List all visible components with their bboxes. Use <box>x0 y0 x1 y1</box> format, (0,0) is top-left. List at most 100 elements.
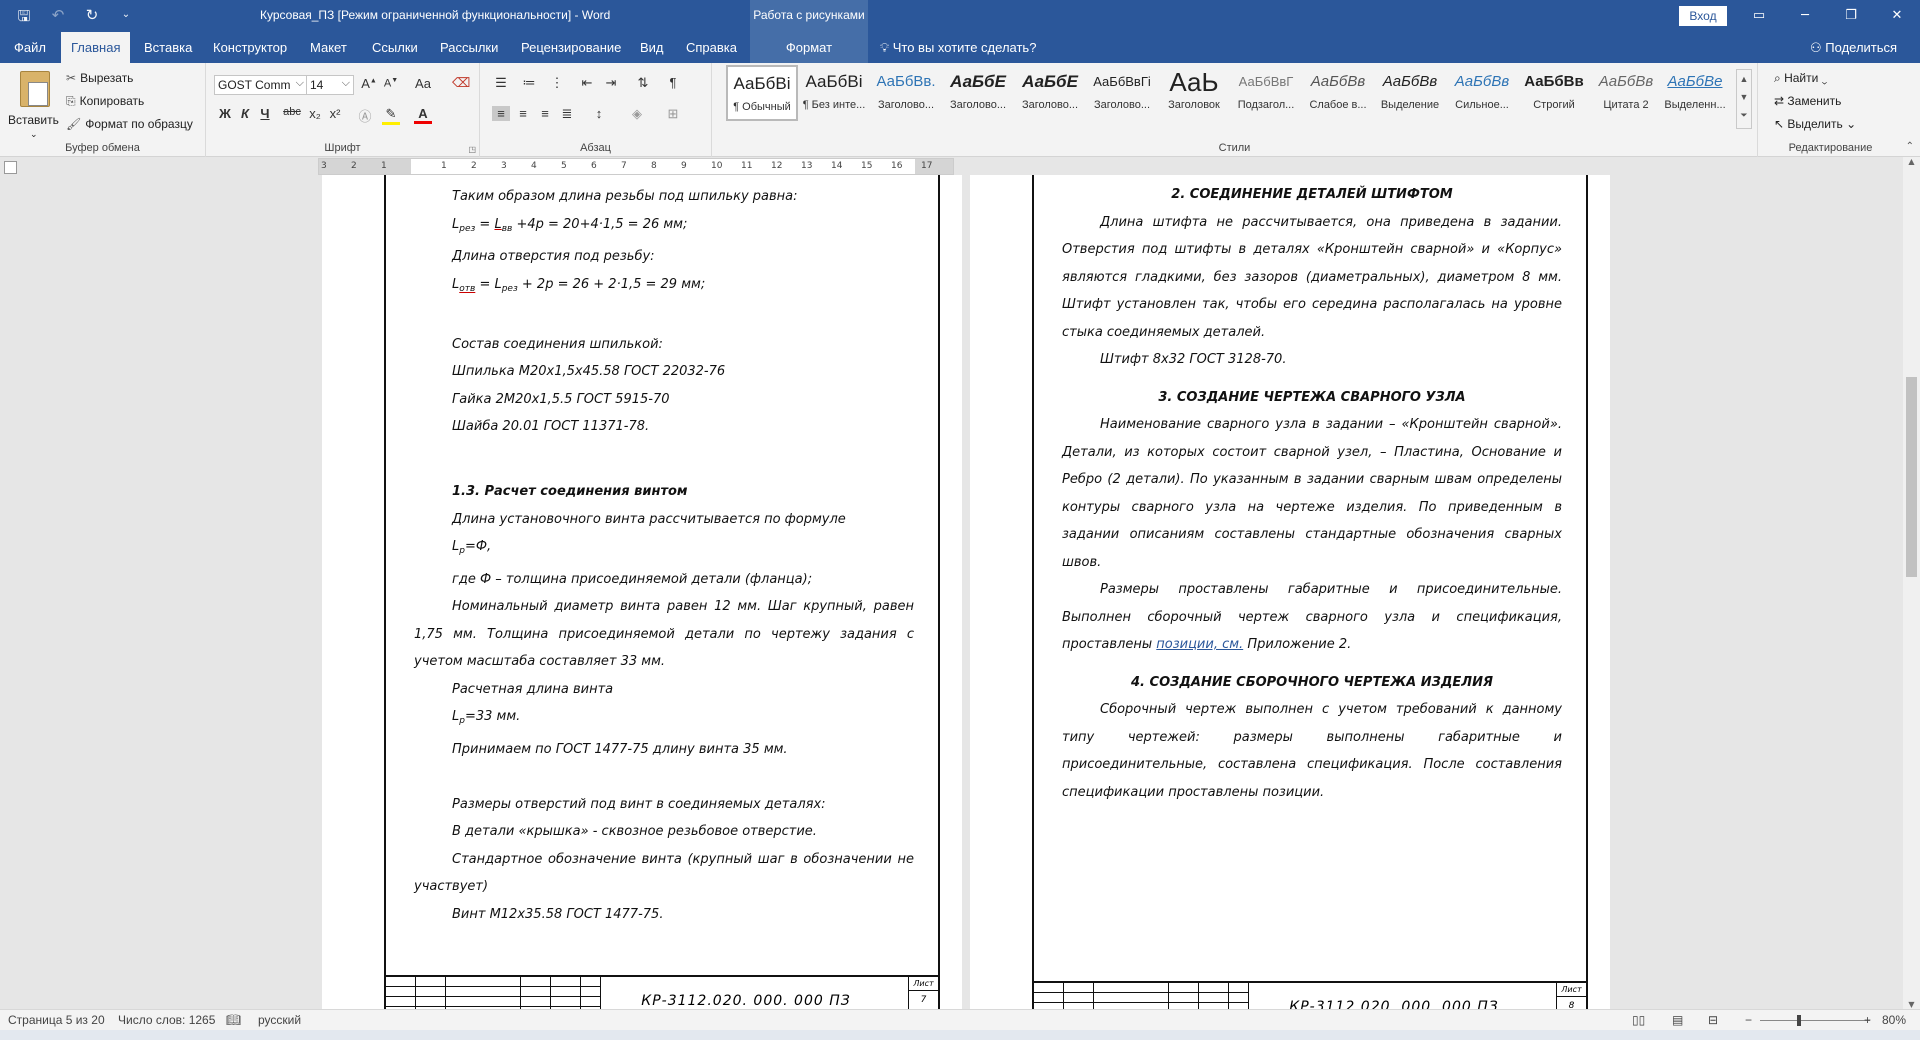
underline-button[interactable]: Ч <box>256 106 274 121</box>
share-button[interactable]: ⚇ Поделиться <box>1810 32 1897 63</box>
sign-in-button[interactable]: Вход <box>1679 6 1727 26</box>
font-color-icon[interactable]: A <box>414 106 432 124</box>
ribbon-display-options-icon[interactable]: ▭ <box>1736 0 1782 32</box>
style-intense-quote[interactable]: АаБбВе Выделенн... <box>1662 65 1728 121</box>
save-icon[interactable]: 🖫 <box>14 6 34 31</box>
horizontal-ruler[interactable]: 3 2 1 1 2 3 4 5 6 7 8 9 10 11 12 13 14 1… <box>318 158 954 175</box>
proofing-icon[interactable]: 📖︎ <box>226 1013 241 1027</box>
style-heading-1[interactable]: АаБбВв. Заголово... <box>870 65 942 121</box>
style-title[interactable]: АаЬ Заголовок <box>1158 65 1230 121</box>
zoom-level[interactable]: 80% <box>1882 1013 1906 1027</box>
formula-subscript: вв <box>501 223 513 234</box>
italic-button[interactable]: К <box>236 106 254 121</box>
tab-design[interactable]: Конструктор <box>203 32 297 63</box>
print-layout-icon[interactable]: ▤ <box>1672 1013 1683 1027</box>
page-7[interactable]: Таким образом длина резьбы под шпильку р… <box>322 175 962 1009</box>
cut-button[interactable]: ✂ Вырезать <box>66 71 133 85</box>
strikethrough-button[interactable]: abc <box>278 106 306 118</box>
language[interactable]: русский <box>258 1013 301 1027</box>
vertical-scrollbar[interactable]: ▲ ▼ <box>1903 157 1920 1009</box>
style-emphasis[interactable]: АаБбВв Выделение <box>1374 65 1446 121</box>
tab-view[interactable]: Вид <box>630 32 674 63</box>
highlight-icon[interactable]: ✎ <box>382 106 400 125</box>
close-icon[interactable]: ✕ <box>1874 0 1920 32</box>
document-area[interactable]: Таким образом длина резьбы под шпильку р… <box>0 175 1903 1009</box>
page-8[interactable]: 2. СОЕДИНЕНИЕ ДЕТАЛЕЙ ШТИФТОМ Длина штиф… <box>970 175 1610 1009</box>
multilevel-list-icon[interactable]: ⋮ <box>548 75 566 91</box>
copy-button[interactable]: ⎘ Копировать <box>66 94 144 109</box>
shading-icon[interactable]: ◈ <box>628 106 646 122</box>
font-size-combo[interactable]: 14 <box>306 75 354 95</box>
style-quote-2[interactable]: АаБбВв Цитата 2 <box>1590 65 1662 121</box>
subscript-button[interactable]: x₂ <box>306 106 324 121</box>
word-count[interactable]: Число слов: 1265 <box>118 1013 215 1027</box>
align-center-icon[interactable]: ≡ <box>514 106 532 121</box>
increase-indent-icon[interactable]: ⇥ <box>602 75 620 91</box>
style-subtle-emphasis[interactable]: АаБбВв Слабое в... <box>1302 65 1374 121</box>
find-button[interactable]: ⌕ Найти ⌄ <box>1774 71 1827 86</box>
format-painter-button[interactable]: 🖌︎ Формат по образцу <box>66 117 193 131</box>
bullets-icon[interactable]: ☰ <box>492 75 510 91</box>
shrink-font-icon[interactable]: A▼ <box>382 77 400 90</box>
tab-mailings[interactable]: Рассылки <box>430 32 508 63</box>
clear-formatting-icon[interactable]: ⌫ <box>452 75 470 91</box>
style-heading-3[interactable]: АаБбЕ Заголово... <box>1014 65 1086 121</box>
style-heading-2[interactable]: АаБбЕ Заголово... <box>942 65 1014 121</box>
tab-review[interactable]: Рецензирование <box>511 32 631 63</box>
styles-gallery-scroll[interactable]: ▲ ▼ ⏷ <box>1736 69 1752 129</box>
page-indicator[interactable]: Страница 5 из 20 <box>8 1013 105 1027</box>
scrollbar-thumb[interactable] <box>1906 377 1917 577</box>
text-effects-icon[interactable]: Ⓐ <box>356 106 374 125</box>
zoom-in-icon[interactable]: + <box>1864 1013 1871 1027</box>
borders-icon[interactable]: ⊞ <box>664 106 682 122</box>
style-intense-emphasis[interactable]: АаБбВв Сильное... <box>1446 65 1518 121</box>
style-no-spacing[interactable]: АаБбВі ¶ Без инте... <box>798 65 870 121</box>
tab-file[interactable]: Файл <box>4 32 56 63</box>
style-normal[interactable]: АаБбВі ¶ Обычный <box>726 65 798 121</box>
paragraph: Штифт 8х32 ГОСТ 3128-70. <box>1100 352 1287 367</box>
line-spacing-icon[interactable]: ↕ <box>590 106 608 121</box>
style-subtitle[interactable]: АаБбВвГ Подзагол... <box>1230 65 1302 121</box>
grow-font-icon[interactable]: A▲ <box>360 76 378 91</box>
align-right-icon[interactable]: ≡ <box>536 106 554 121</box>
zoom-slider[interactable] <box>1760 1020 1870 1021</box>
style-strong[interactable]: АаБбВв Строгий <box>1518 65 1590 121</box>
tab-insert[interactable]: Вставка <box>134 32 202 63</box>
minimize-icon[interactable]: ─ <box>1782 0 1828 32</box>
undo-icon[interactable]: ↶ <box>48 6 68 31</box>
cross-reference-link[interactable]: позиции, см. <box>1156 637 1243 652</box>
change-case-button[interactable]: Aa <box>410 76 436 91</box>
sort-icon[interactable]: ⇅ <box>634 75 652 91</box>
scroll-down-icon[interactable]: ▼ <box>1903 1000 1920 1009</box>
zoom-slider-thumb[interactable] <box>1797 1015 1801 1026</box>
tab-layout[interactable]: Макет <box>300 32 357 63</box>
dialog-launcher-icon[interactable]: ◳ <box>468 145 476 154</box>
scroll-up-icon[interactable]: ▲ <box>1903 157 1920 166</box>
font-name-combo[interactable]: GOST Comm <box>214 75 308 95</box>
style-heading-4[interactable]: АаБбВвГі Заголово... <box>1086 65 1158 121</box>
read-mode-icon[interactable]: ▯▯ <box>1632 1013 1645 1027</box>
justify-icon[interactable]: ≣ <box>558 106 576 122</box>
bold-button[interactable]: Ж <box>216 106 234 121</box>
superscript-button[interactable]: x² <box>326 106 344 121</box>
redo-icon[interactable]: ↻ <box>82 6 102 31</box>
paste-icon[interactable] <box>20 71 50 107</box>
zoom-out-icon[interactable]: − <box>1745 1013 1752 1027</box>
decrease-indent-icon[interactable]: ⇤ <box>578 75 596 91</box>
show-marks-icon[interactable]: ¶ <box>664 75 682 90</box>
web-layout-icon[interactable]: ⊟ <box>1708 1013 1718 1027</box>
tell-me-search[interactable]: 💡︎ Что вы хотите сделать? <box>880 32 1036 63</box>
select-button[interactable]: ↖ Выделить ⌄ <box>1774 117 1856 131</box>
collapse-ribbon-icon[interactable]: ⌃ <box>1906 141 1914 152</box>
numbering-icon[interactable]: ≔ <box>520 75 538 91</box>
tab-home[interactable]: Главная <box>61 32 131 63</box>
replace-button[interactable]: ⇄ Заменить <box>1774 94 1841 108</box>
tab-references[interactable]: Ссылки <box>362 32 428 63</box>
paste-button[interactable]: Вставить <box>8 113 59 127</box>
customize-qat-icon[interactable]: ⌄ <box>116 6 136 31</box>
maximize-icon[interactable]: ❐ <box>1828 0 1874 32</box>
align-left-icon[interactable]: ≡ <box>492 106 510 121</box>
tab-picture-format[interactable]: Формат <box>750 32 868 63</box>
tab-help[interactable]: Справка <box>676 32 747 63</box>
tab-selector[interactable] <box>4 161 17 174</box>
